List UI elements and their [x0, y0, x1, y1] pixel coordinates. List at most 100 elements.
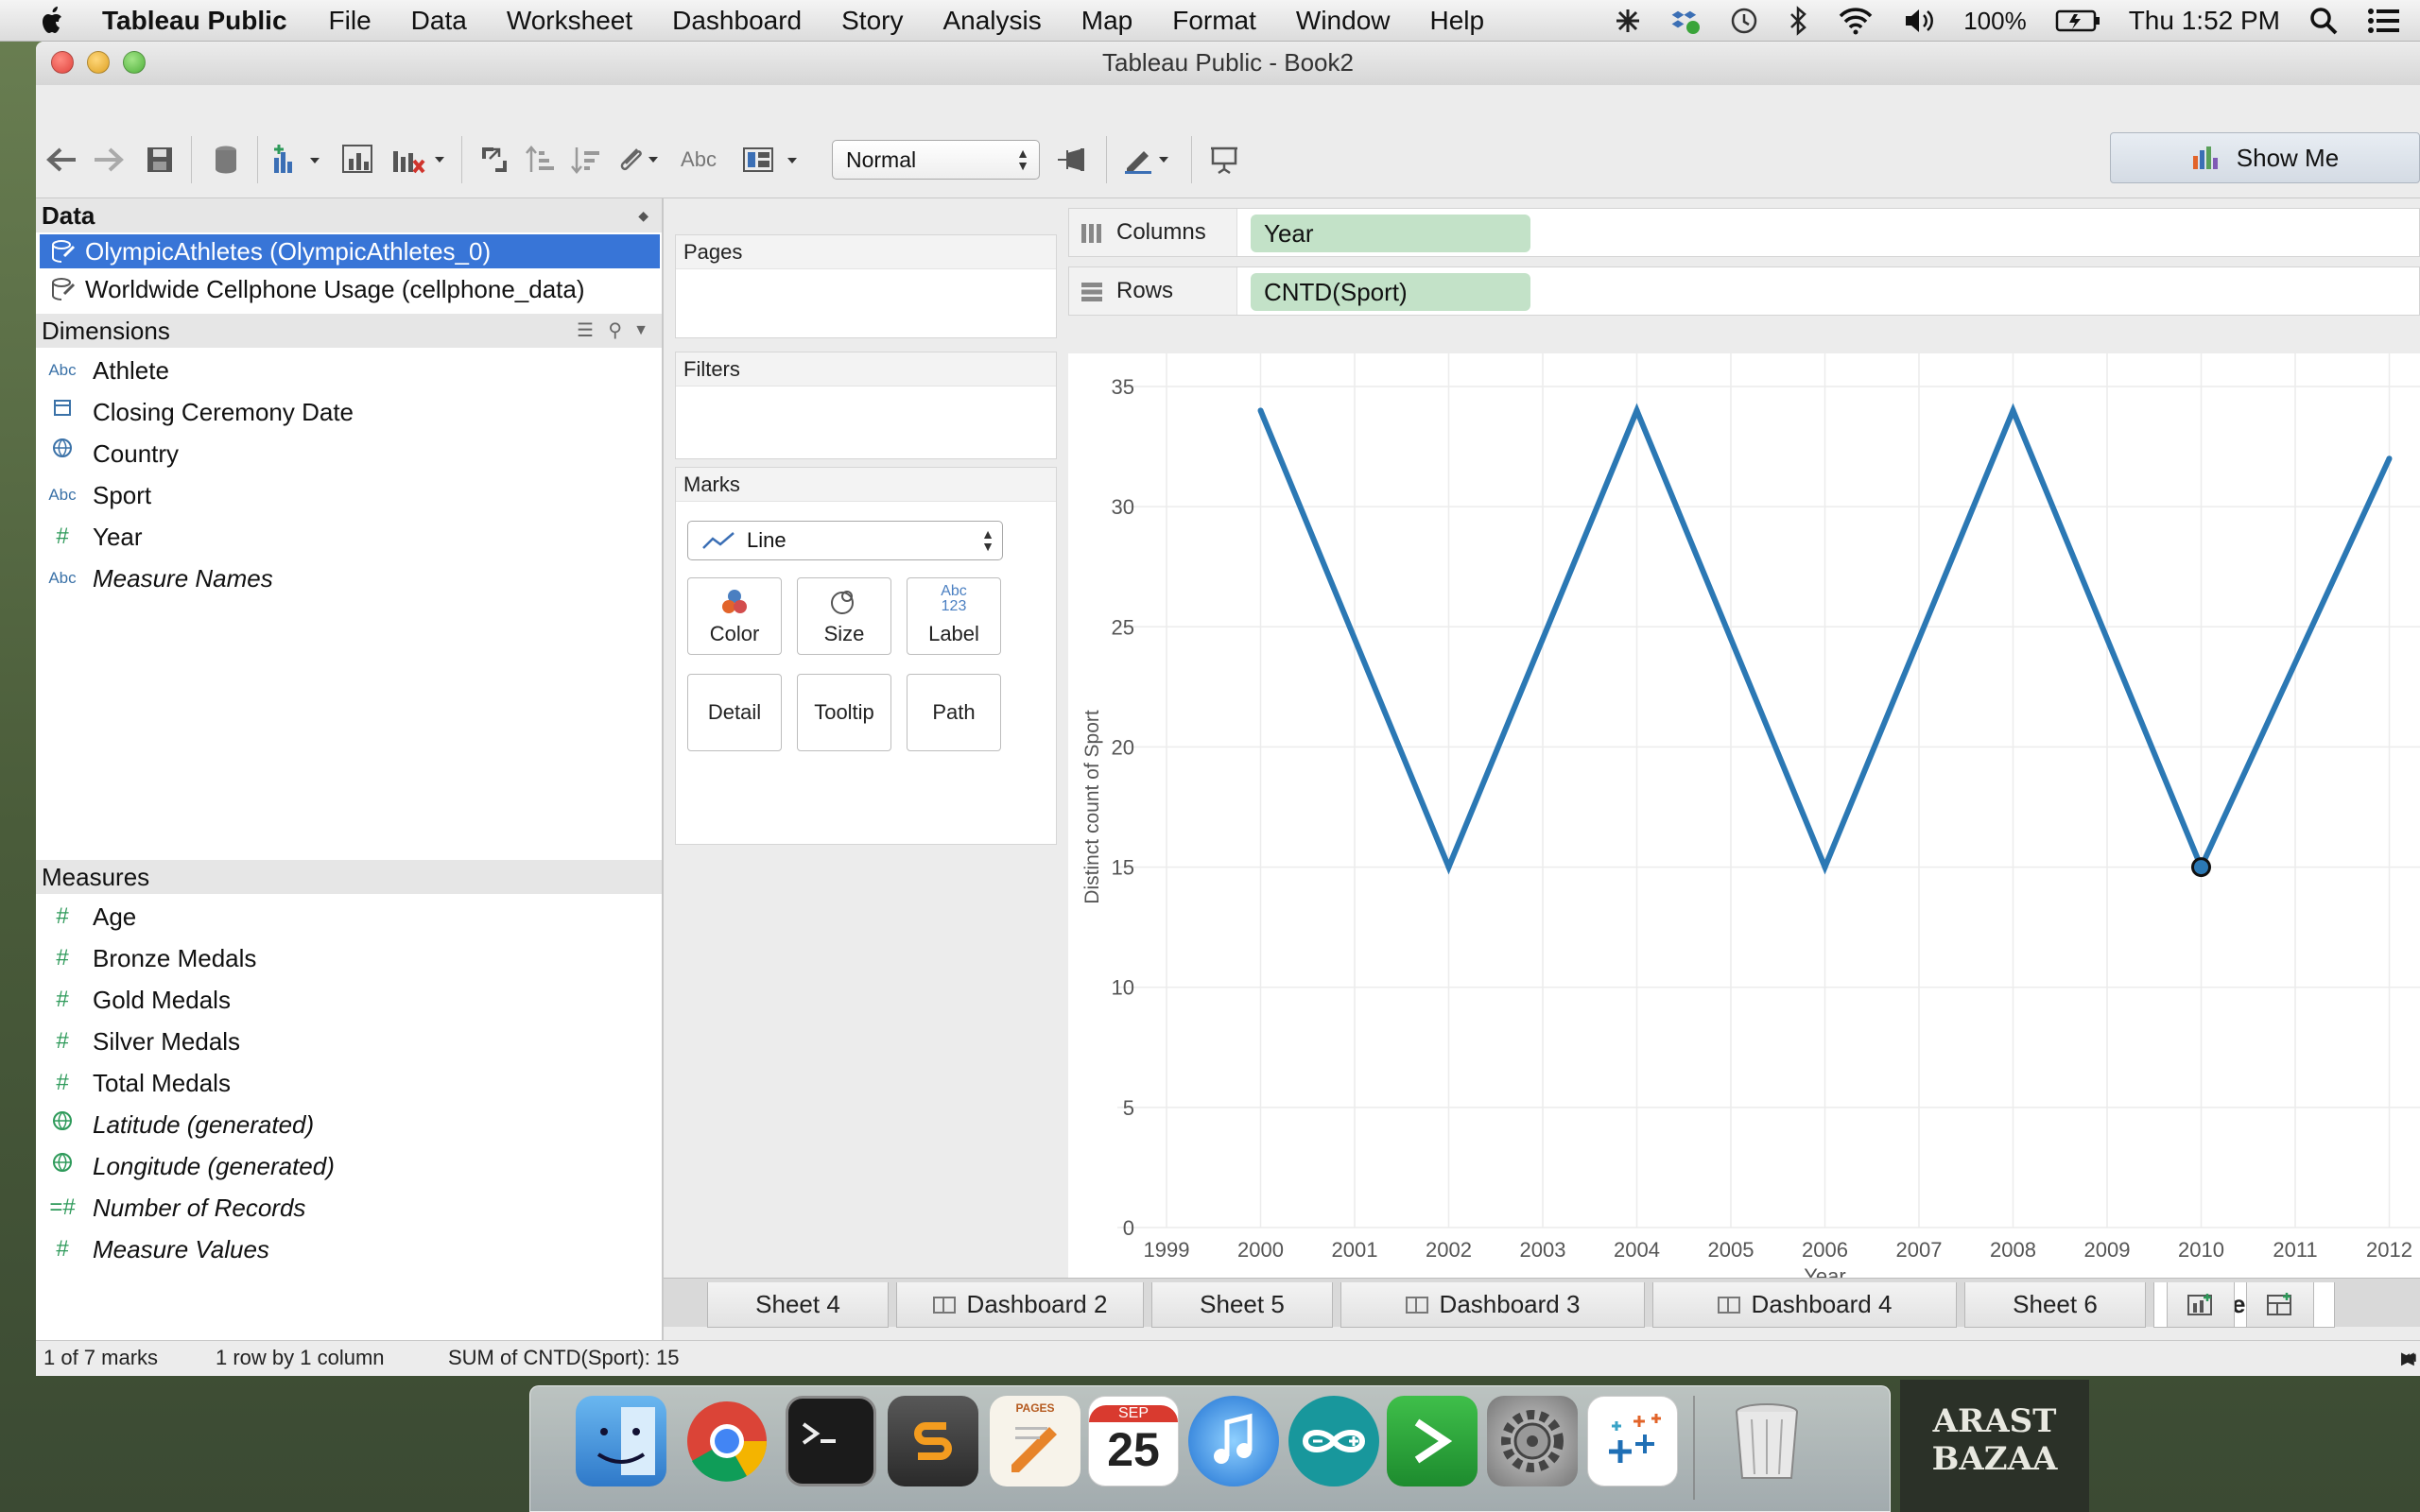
- filters-card[interactable]: Filters: [675, 352, 1057, 459]
- columns-shelf[interactable]: Columns Year: [1068, 208, 2420, 257]
- sheet-tab-sheet-4[interactable]: Sheet 4: [707, 1282, 889, 1328]
- sort-ascending-button[interactable]: [520, 140, 560, 180]
- sublime-text-icon[interactable]: [888, 1396, 978, 1486]
- pages-icon[interactable]: PAGES: [990, 1396, 1080, 1486]
- tableau-public-icon[interactable]: [1587, 1396, 1678, 1486]
- wifi-icon[interactable]: [1837, 7, 1875, 35]
- zoom-window-button[interactable]: [123, 51, 146, 74]
- selected-data-point[interactable]: [2191, 857, 2211, 878]
- dimensions-view-icon[interactable]: ☰: [577, 314, 594, 348]
- data-point[interactable]: [2010, 407, 2016, 414]
- cntd-sport-pill[interactable]: CNTD(Sport): [1251, 273, 1530, 311]
- tooltip-button[interactable]: Tooltip: [797, 674, 891, 751]
- view-cards-button[interactable]: [739, 140, 811, 180]
- swap-rows-columns-button[interactable]: [475, 140, 514, 180]
- system-preferences-icon[interactable]: [1487, 1396, 1578, 1486]
- app-launcher-icon[interactable]: [1387, 1396, 1478, 1486]
- rows-shelf[interactable]: Rows CNTD(Sport): [1068, 266, 2420, 316]
- terminal-icon[interactable]: [786, 1396, 876, 1486]
- chrome-icon[interactable]: [682, 1396, 772, 1486]
- menu-data[interactable]: Data: [411, 6, 467, 36]
- sheet-tab-dashboard-3[interactable]: Dashboard 3: [1340, 1282, 1645, 1328]
- redo-button[interactable]: [89, 140, 129, 180]
- data-header-sort-icon[interactable]: ◆: [638, 198, 648, 232]
- dimension-year[interactable]: # Year: [36, 520, 650, 554]
- menu-story[interactable]: Story: [841, 6, 903, 36]
- menubar-clock[interactable]: Thu 1:52 PM: [2129, 6, 2280, 36]
- minimize-window-button[interactable]: [87, 51, 110, 74]
- menu-dashboard[interactable]: Dashboard: [672, 6, 802, 36]
- fit-select[interactable]: Normal ▲ ▼: [832, 140, 1040, 180]
- fix-axes-button[interactable]: [1053, 140, 1093, 180]
- show-me-button[interactable]: Show Me: [2110, 132, 2420, 183]
- battery-icon[interactable]: [2055, 9, 2100, 33]
- dimension-sport[interactable]: Abc Sport: [36, 478, 650, 512]
- detail-button[interactable]: Detail: [687, 674, 782, 751]
- measure-latitude-generated[interactable]: Latitude (generated): [36, 1108, 650, 1142]
- apple-icon[interactable]: [36, 4, 70, 38]
- measure-gold-medals[interactable]: # Gold Medals: [36, 983, 650, 1017]
- pinwheel-icon[interactable]: [1614, 7, 1642, 35]
- new-dashboard-tab-button[interactable]: [2246, 1282, 2314, 1328]
- dimension-closing-ceremony-date[interactable]: Closing Ceremony Date: [36, 395, 650, 429]
- notification-center-icon[interactable]: [2367, 7, 2401, 35]
- menu-app-name[interactable]: Tableau Public: [102, 6, 287, 36]
- clear-sheet-button[interactable]: [388, 140, 450, 180]
- sheet-tab-sheet-6[interactable]: Sheet 6: [1964, 1282, 2146, 1328]
- menu-worksheet[interactable]: Worksheet: [507, 6, 632, 36]
- group-members-button[interactable]: [613, 140, 666, 180]
- volume-icon[interactable]: [1903, 7, 1935, 35]
- trash-icon[interactable]: [1721, 1396, 1812, 1486]
- data-point[interactable]: [1257, 407, 1264, 414]
- duplicate-sheet-button[interactable]: [337, 140, 380, 180]
- dropbox-sync-icon[interactable]: [1670, 7, 1701, 35]
- datasource-cellphone-usage[interactable]: Worldwide Cellphone Usage (cellphone_dat…: [40, 272, 660, 306]
- data-point[interactable]: [2386, 455, 2393, 462]
- color-button[interactable]: Color: [687, 577, 782, 655]
- data-point[interactable]: [1445, 864, 1452, 870]
- pages-card[interactable]: Pages: [675, 234, 1057, 338]
- measure-measure-values[interactable]: # Measure Values: [36, 1232, 650, 1266]
- data-point[interactable]: [1822, 864, 1828, 870]
- dimensions-search-icon[interactable]: ⚲: [608, 314, 622, 348]
- menu-window[interactable]: Window: [1296, 6, 1391, 36]
- highlight-button[interactable]: [1119, 140, 1176, 180]
- dimension-athlete[interactable]: Abc Athlete: [36, 353, 650, 387]
- calendar-icon[interactable]: SEP 25: [1088, 1396, 1179, 1486]
- menu-file[interactable]: File: [329, 6, 372, 36]
- sort-descending-button[interactable]: [565, 140, 605, 180]
- dimension-measure-names[interactable]: Abc Measure Names: [36, 561, 650, 595]
- size-button[interactable]: Size: [797, 577, 891, 655]
- measure-bronze-medals[interactable]: # Bronze Medals: [36, 941, 650, 975]
- measure-age[interactable]: # Age: [36, 900, 650, 934]
- line-chart[interactable]: 0 5 10 15 20 25 30 35 1999 2000 2001 2002 2003 2004 20…: [1068, 316, 2420, 1306]
- show-mark-labels-button[interactable]: Abc: [675, 140, 722, 180]
- dimension-country[interactable]: Country: [36, 437, 650, 471]
- menu-map[interactable]: Map: [1081, 6, 1132, 36]
- menu-help[interactable]: Help: [1430, 6, 1485, 36]
- menu-format[interactable]: Format: [1172, 6, 1256, 36]
- arduino-icon[interactable]: [1288, 1396, 1379, 1486]
- dimensions-menu-icon[interactable]: ▼: [633, 314, 648, 348]
- close-window-button[interactable]: [51, 51, 74, 74]
- presentation-mode-button[interactable]: [1204, 140, 1244, 180]
- time-machine-icon[interactable]: [1729, 6, 1759, 36]
- path-button[interactable]: Path: [907, 674, 1001, 751]
- undo-button[interactable]: [42, 140, 81, 180]
- year-pill[interactable]: Year: [1251, 215, 1530, 252]
- menu-analysis[interactable]: Analysis: [942, 6, 1041, 36]
- measure-number-of-records[interactable]: =# Number of Records: [36, 1191, 650, 1225]
- finder-icon[interactable]: [576, 1396, 666, 1486]
- datasource-olympic-athletes[interactable]: OlympicAthletes (OlympicAthletes_0): [40, 234, 660, 268]
- sheet-tab-dashboard-2[interactable]: Dashboard 2: [896, 1282, 1144, 1328]
- sheet-tab-dashboard-4[interactable]: Dashboard 4: [1652, 1282, 1957, 1328]
- mark-type-dropdown[interactable]: Line ▲ ▼: [687, 521, 1003, 560]
- new-worksheet-tab-button[interactable]: [2167, 1282, 2235, 1328]
- measure-silver-medals[interactable]: # Silver Medals: [36, 1024, 650, 1058]
- new-data-source-button[interactable]: [206, 140, 246, 180]
- save-button[interactable]: [140, 140, 180, 180]
- data-point[interactable]: [1634, 407, 1640, 414]
- measure-longitude-generated[interactable]: Longitude (generated): [36, 1149, 650, 1183]
- label-button[interactable]: Abc 123 Label: [907, 577, 1001, 655]
- measure-total-medals[interactable]: # Total Medals: [36, 1066, 650, 1100]
